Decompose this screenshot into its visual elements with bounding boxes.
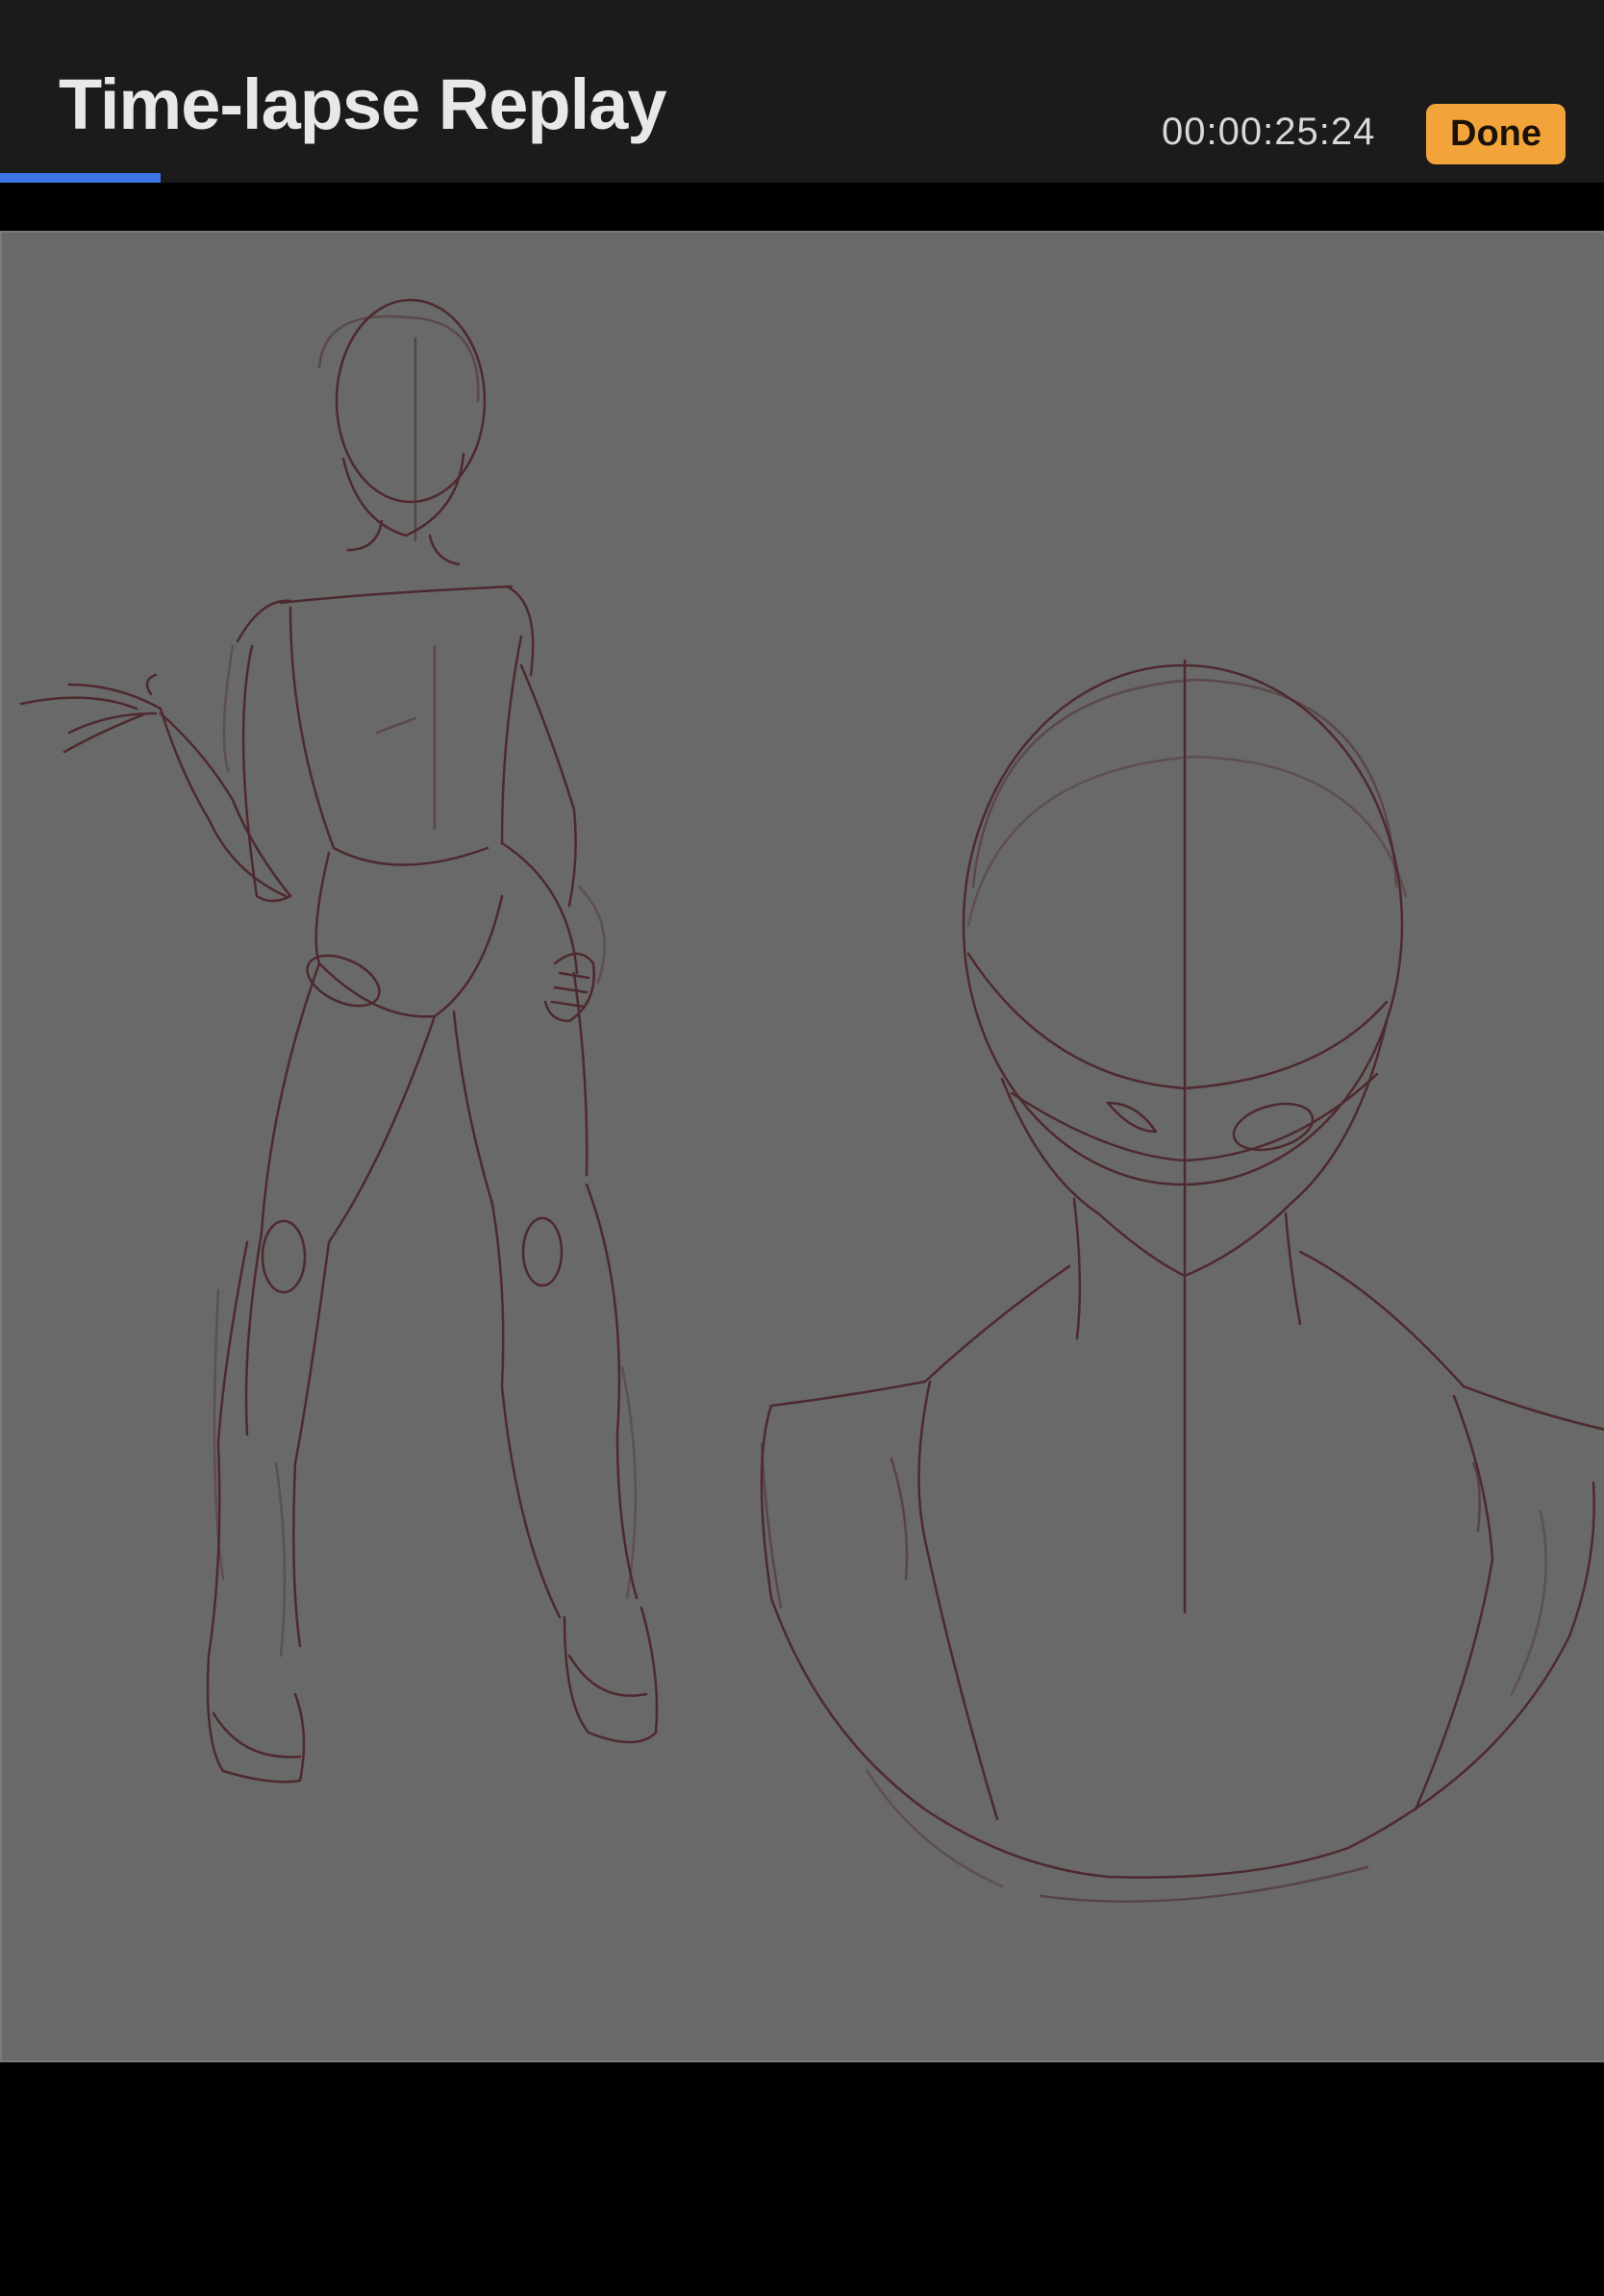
- page-title: Time-lapse Replay: [59, 64, 666, 144]
- done-button[interactable]: Done: [1426, 104, 1566, 164]
- figure-head-oval: [335, 298, 487, 504]
- sketch-artwork: [19, 298, 1604, 1903]
- figure-left-knee: [261, 1219, 307, 1294]
- top-bar: Time-lapse Replay 00:00:25:24 Done: [0, 0, 1604, 173]
- replay-canvas: [0, 231, 1604, 2062]
- replay-timer: 00:00:25:24: [1162, 111, 1376, 153]
- replay-scrubber[interactable]: [0, 173, 1604, 183]
- replay-progress-fill: [0, 173, 161, 183]
- figure-right-knee: [521, 1216, 564, 1287]
